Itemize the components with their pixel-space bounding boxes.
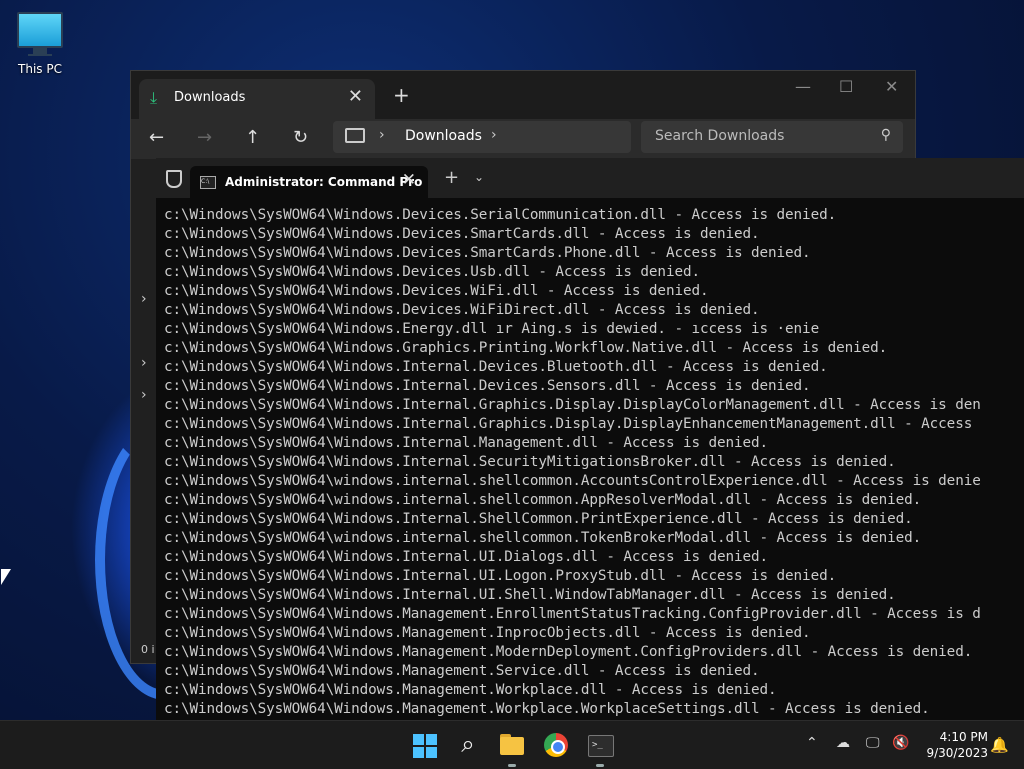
terminal-line: c:\Windows\SysWOW64\Windows.Internal.Man… bbox=[164, 435, 769, 451]
new-tab-button[interactable]: + bbox=[393, 83, 410, 107]
computer-icon bbox=[345, 128, 365, 143]
new-tab-button[interactable]: + bbox=[444, 167, 459, 188]
maximize-button[interactable]: ☐ bbox=[839, 77, 853, 96]
back-button[interactable]: ← bbox=[149, 127, 164, 148]
chevron-right-icon[interactable]: › bbox=[491, 127, 497, 143]
terminal-line: c:\Windows\SysWOW64\Windows.Internal.UI.… bbox=[164, 549, 769, 565]
windows-logo-icon bbox=[413, 734, 437, 758]
terminal-line: c:\Windows\SysWOW64\Windows.Devices.WiFi… bbox=[164, 283, 709, 299]
refresh-button[interactable]: ↻ bbox=[293, 127, 308, 148]
monitor-icon bbox=[17, 12, 63, 48]
nav-pane-expand-icon[interactable]: › bbox=[141, 387, 147, 403]
terminal-line: c:\Windows\SysWOW64\Windows.Devices.Seri… bbox=[164, 207, 837, 223]
command-prompt-icon: C:\ bbox=[200, 176, 216, 189]
download-icon: ⤓ bbox=[150, 88, 158, 107]
terminal-line: c:\Windows\SysWOW64\Windows.Internal.Gra… bbox=[164, 416, 973, 432]
terminal-line: c:\Windows\SysWOW64\Windows.Management.W… bbox=[164, 701, 930, 717]
clock[interactable]: 4:10 PM 9/30/2023 bbox=[918, 729, 988, 761]
search-input[interactable]: Search Downloads ⚲ bbox=[641, 121, 903, 153]
minimize-button[interactable]: — bbox=[795, 77, 811, 96]
terminal-line: c:\Windows\SysWOW64\Windows.Devices.Smar… bbox=[164, 226, 760, 242]
explorer-tab-bar: ⤓ Downloads ✕ + — ☐ ✕ bbox=[131, 71, 915, 119]
terminal-line: c:\Windows\SysWOW64\Windows.Devices.Usb.… bbox=[164, 264, 700, 280]
forward-button[interactable]: → bbox=[197, 127, 212, 148]
desktop-icon-this-pc[interactable]: This PC bbox=[12, 8, 68, 76]
running-indicator bbox=[596, 764, 604, 767]
terminal-line: c:\Windows\SysWOW64\windows.internal.she… bbox=[164, 492, 922, 508]
up-button[interactable]: ↑ bbox=[245, 127, 260, 148]
close-tab-icon[interactable]: ✕ bbox=[348, 86, 363, 107]
clock-time: 4:10 PM bbox=[939, 730, 988, 744]
window-close-button[interactable]: ✕ bbox=[885, 77, 898, 96]
explorer-tab-downloads[interactable]: ⤓ Downloads ✕ bbox=[139, 79, 375, 119]
onedrive-cloud-icon[interactable]: ☁ bbox=[836, 735, 850, 751]
terminal-line: c:\Windows\SysWOW64\Windows.Management.W… bbox=[164, 682, 777, 698]
network-icon[interactable]: 🖵 bbox=[866, 735, 880, 751]
chevron-right-icon[interactable]: › bbox=[379, 127, 385, 143]
terminal-line: c:\Windows\SysWOW64\windows.internal.she… bbox=[164, 530, 922, 546]
terminal-line: c:\Windows\SysWOW64\Windows.Energy.dll ı… bbox=[164, 321, 820, 337]
start-button[interactable] bbox=[408, 729, 440, 761]
address-bar[interactable]: › Downloads › bbox=[333, 121, 631, 153]
terminal-line: c:\Windows\SysWOW64\Windows.Devices.Smar… bbox=[164, 245, 811, 261]
terminal-line: c:\Windows\SysWOW64\Windows.Internal.UI.… bbox=[164, 568, 837, 584]
terminal-tab-bar: C:\ Administrator: Command Pro ✕ + ⌄ bbox=[156, 158, 1024, 198]
search-icon: ⚲ bbox=[880, 127, 891, 143]
folder-icon bbox=[500, 737, 524, 755]
search-button[interactable]: ⌕ bbox=[452, 729, 484, 761]
terminal-line: c:\Windows\SysWOW64\Windows.Management.E… bbox=[164, 606, 981, 622]
volume-muted-icon[interactable]: 🔇 bbox=[892, 735, 909, 751]
close-tab-icon[interactable]: ✕ bbox=[402, 170, 416, 190]
desktop-icon-label: This PC bbox=[18, 62, 62, 76]
terminal-output[interactable]: c:\Windows\SysWOW64\Windows.Devices.Seri… bbox=[164, 206, 1024, 719]
shield-icon bbox=[166, 170, 182, 188]
search-icon: ⌕ bbox=[461, 730, 475, 758]
terminal-tab-command-prompt[interactable]: C:\ Administrator: Command Pro ✕ bbox=[190, 166, 428, 198]
terminal-line: c:\Windows\SysWOW64\Windows.Graphics.Pri… bbox=[164, 340, 888, 356]
terminal-line: c:\Windows\SysWOW64\windows.internal.she… bbox=[164, 473, 981, 489]
terminal-taskbar-button[interactable]: >_ bbox=[584, 729, 616, 767]
taskbar: ⌕ >_ ⌃ ☁ 🖵 🔇 4:10 PM 9/30/2023 🔔 bbox=[0, 720, 1024, 769]
clock-date: 9/30/2023 bbox=[926, 746, 988, 760]
terminal-line: c:\Windows\SysWOW64\Windows.Internal.She… bbox=[164, 511, 913, 527]
explorer-tab-title: Downloads bbox=[174, 90, 246, 105]
status-bar-text: 0 i bbox=[141, 643, 155, 656]
terminal-line: c:\Windows\SysWOW64\Windows.Management.S… bbox=[164, 663, 760, 679]
running-indicator bbox=[508, 764, 516, 767]
nav-pane-expand-icon[interactable]: › bbox=[141, 291, 147, 307]
terminal-line: c:\Windows\SysWOW64\Windows.Internal.Dev… bbox=[164, 359, 828, 375]
search-placeholder: Search Downloads bbox=[655, 128, 785, 144]
terminal-line: c:\Windows\SysWOW64\Windows.Devices.WiFi… bbox=[164, 302, 760, 318]
notification-bell-icon[interactable]: 🔔 bbox=[990, 736, 1009, 754]
terminal-window: C:\ Administrator: Command Pro ✕ + ⌄ c:\… bbox=[156, 158, 1024, 720]
terminal-line: c:\Windows\SysWOW64\Windows.Internal.UI.… bbox=[164, 587, 896, 603]
terminal-line: c:\Windows\SysWOW64\Windows.Internal.Dev… bbox=[164, 378, 811, 394]
terminal-line: c:\Windows\SysWOW64\Windows.Management.M… bbox=[164, 644, 973, 660]
terminal-line: c:\Windows\SysWOW64\Windows.Internal.Sec… bbox=[164, 454, 896, 470]
mouse-cursor-icon bbox=[1, 569, 11, 585]
chrome-taskbar-button[interactable] bbox=[540, 729, 572, 761]
terminal-line: c:\Windows\SysWOW64\Windows.Management.I… bbox=[164, 625, 811, 641]
explorer-toolbar: ← → ↑ ↻ › Downloads › Search Downloads ⚲ bbox=[131, 119, 915, 159]
terminal-tab-title: Administrator: Command Pro bbox=[225, 175, 423, 189]
breadcrumb-downloads[interactable]: Downloads bbox=[405, 128, 482, 144]
tray-overflow-chevron-icon[interactable]: ⌃ bbox=[806, 735, 818, 751]
nav-pane-expand-icon[interactable]: › bbox=[141, 355, 147, 371]
terminal-icon: >_ bbox=[588, 735, 614, 757]
file-explorer-taskbar-button[interactable] bbox=[496, 729, 528, 767]
chevron-down-icon[interactable]: ⌄ bbox=[474, 170, 484, 184]
terminal-line: c:\Windows\SysWOW64\Windows.Internal.Gra… bbox=[164, 397, 981, 413]
